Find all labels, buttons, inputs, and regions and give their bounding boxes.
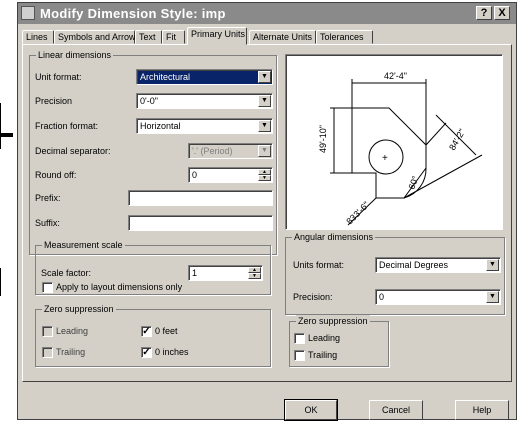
angular-precision-value: 0 <box>379 292 385 302</box>
title-bar[interactable]: Modify Dimension Style: imp ? X <box>18 3 516 24</box>
leading-linear-label: Leading <box>56 326 89 336</box>
apply-layout-label: Apply to layout dimensions only <box>56 282 183 292</box>
decimal-separator-value: '.' (Period) <box>192 146 233 156</box>
leading-angular-checkbox[interactable] <box>294 333 305 344</box>
unit-format-label: Unit format: <box>35 72 82 82</box>
units-format-value: Decimal Degrees <box>379 260 449 270</box>
unit-format-select[interactable]: Architectural ▼ <box>136 69 273 85</box>
scale-factor-value: 1 <box>192 268 198 278</box>
angular-precision-select[interactable]: 0 ▼ <box>375 289 501 305</box>
trailing-angular-checkbox[interactable] <box>294 350 305 361</box>
angular-precision-label: Precision: <box>293 292 333 302</box>
left-margin-bracket <box>0 103 15 149</box>
zero-suppression-linear-group: Zero suppression <box>35 303 271 367</box>
units-format-label: Units format: <box>293 260 345 270</box>
tab-primary-units[interactable]: Primary Units <box>187 27 247 45</box>
dim-right-text: 84'-2" <box>447 127 467 152</box>
left-margin-tick <box>1 133 13 137</box>
chevron-down-icon[interactable]: ▼ <box>486 259 499 271</box>
zero-suppression-angular-label: Zero suppression <box>296 315 370 327</box>
ok-button[interactable]: OK <box>284 399 338 421</box>
dimension-preview: 42'-4" 49'-10" 84'-2" 60° 833'-6" + <box>285 54 503 230</box>
fraction-format-select[interactable]: Horizontal ▼ <box>136 118 273 134</box>
leading-angular-label: Leading <box>308 333 341 343</box>
scale-factor-label: Scale factor: <box>41 268 92 278</box>
window-title: Modify Dimension Style: imp <box>40 6 226 21</box>
suffix-label: Suffix: <box>35 218 60 228</box>
trailing-linear-label: Trailing <box>56 347 86 357</box>
angular-dimensions-label: Angular dimensions <box>292 231 376 243</box>
decimal-separator-label: Decimal separator: <box>35 146 111 156</box>
dim-top-text: 42'-4" <box>384 71 407 81</box>
unit-format-value: Architectural <box>140 72 191 82</box>
preview-drawing: 42'-4" 49'-10" 84'-2" 60° 833'-6" + <box>318 71 483 227</box>
primary-units-panel: Linear dimensions Unit format: Architect… <box>22 44 512 382</box>
zero-feet-checkbox[interactable]: ✓ <box>141 326 152 337</box>
cancel-button[interactable]: Cancel <box>369 400 423 420</box>
zero-feet-label: 0 feet <box>155 326 178 336</box>
tab-symbols-and-arrows[interactable]: Symbols and Arrows <box>54 30 140 44</box>
tab-tolerances[interactable]: Tolerances <box>316 30 373 44</box>
trailing-angular-label: Trailing <box>308 350 338 360</box>
precision-value: 0'-0" <box>140 96 158 106</box>
scale-factor-input[interactable]: 1 ▲ ▼ <box>188 265 263 281</box>
dimension-style-dialog: Modify Dimension Style: imp ? X Lines Sy… <box>17 2 517 421</box>
dim-left-text: 49'-10" <box>318 125 328 153</box>
precision-select[interactable]: 0'-0" ▼ <box>136 93 273 109</box>
chevron-down-icon[interactable]: ▼ <box>486 291 499 303</box>
help-title-button[interactable]: ? <box>476 6 492 20</box>
linear-dimensions-label: Linear dimensions <box>36 49 114 61</box>
tab-fit[interactable]: Fit <box>162 30 185 44</box>
chevron-down-icon[interactable]: ▼ <box>258 71 271 83</box>
measurement-scale-label: Measurement scale <box>42 239 125 251</box>
chevron-down-icon[interactable]: ▼ <box>258 145 271 157</box>
round-off-value: 0 <box>192 170 198 180</box>
tab-lines[interactable]: Lines <box>22 30 54 44</box>
prefix-label: Prefix: <box>35 193 61 203</box>
units-format-select[interactable]: Decimal Degrees ▼ <box>375 257 501 273</box>
zero-inches-checkbox[interactable]: ✓ <box>141 347 152 358</box>
decimal-separator-select[interactable]: '.' (Period) ▼ <box>188 143 273 159</box>
close-button[interactable]: X <box>494 6 510 20</box>
zero-inches-label: 0 inches <box>155 347 189 357</box>
fraction-format-value: Horizontal <box>140 121 181 131</box>
dim-bottom-text: 833'-6" <box>344 200 371 227</box>
help-button[interactable]: Help <box>455 400 509 420</box>
spin-down-icon[interactable]: ▼ <box>258 175 271 181</box>
round-off-spinner[interactable]: ▲ ▼ <box>258 169 271 181</box>
fraction-format-label: Fraction format: <box>35 121 99 131</box>
precision-label: Precision <box>35 96 73 106</box>
tab-alternate-units[interactable]: Alternate Units <box>249 30 316 44</box>
round-off-input[interactable]: 0 ▲ ▼ <box>188 167 273 183</box>
suffix-input[interactable] <box>128 215 273 231</box>
center-mark-icon: + <box>382 153 388 164</box>
apply-layout-checkbox[interactable] <box>42 282 53 293</box>
tab-text[interactable]: Text <box>135 30 162 44</box>
round-off-label: Round off: <box>35 170 77 180</box>
spin-down-icon[interactable]: ▼ <box>248 273 261 279</box>
chevron-down-icon[interactable]: ▼ <box>258 120 271 132</box>
left-margin-bracket-lower <box>0 268 15 296</box>
app-icon <box>21 6 35 20</box>
scale-factor-spinner[interactable]: ▲ ▼ <box>248 267 261 279</box>
trailing-linear-checkbox[interactable] <box>42 347 53 358</box>
leading-linear-checkbox[interactable] <box>42 326 53 337</box>
prefix-input[interactable] <box>128 190 273 206</box>
chevron-down-icon[interactable]: ▼ <box>258 95 271 107</box>
zero-suppression-linear-label: Zero suppression <box>42 303 116 315</box>
